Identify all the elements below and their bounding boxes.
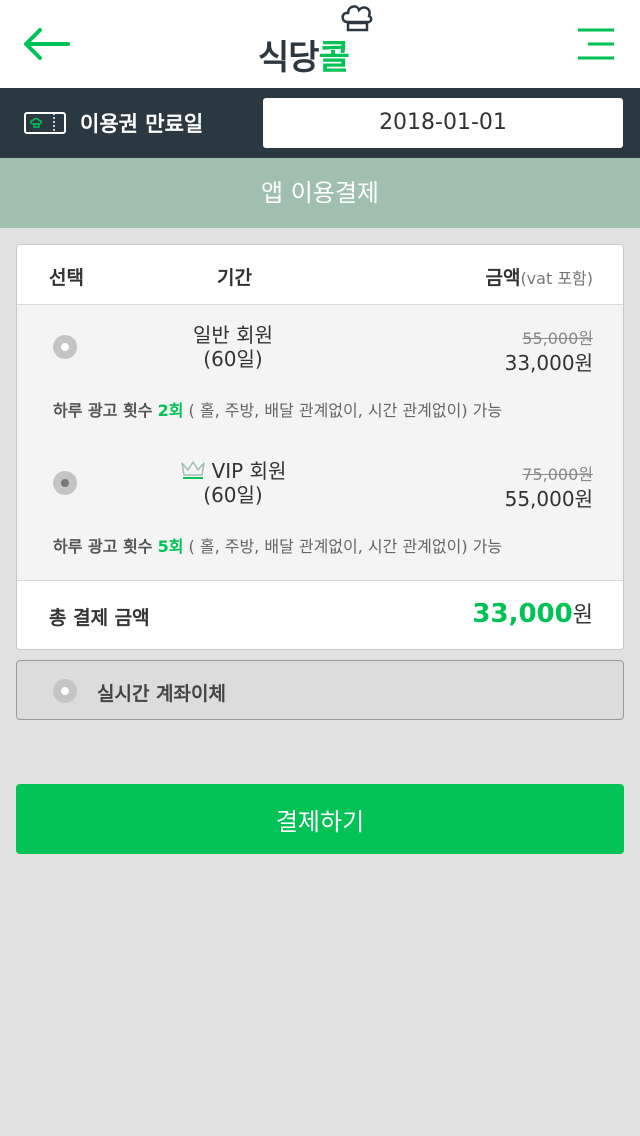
header-amount-note: (vat 포함)	[520, 269, 593, 288]
plan-period: (60일)	[203, 483, 263, 507]
header-amount: 금액(vat 포함)	[485, 263, 593, 290]
plan-title: 일반 회원	[193, 323, 273, 347]
plan-description: 하루 광고 횟수 2회 ( 홀, 주방, 배달 관계없이, 시간 관계없이) 가…	[53, 397, 502, 421]
logo-text-main: 식당	[258, 38, 320, 78]
payment-method-label: 실시간 계좌이체	[97, 683, 226, 705]
header-period: 기간	[217, 267, 252, 289]
expiry-date: 2018-01-01	[263, 98, 623, 148]
total-amount-value: 33,000	[472, 599, 573, 629]
menu-button[interactable]	[574, 26, 618, 62]
desc-suffix: ( 홀, 주방, 배달 관계없이, 시간 관계없이) 가능	[188, 537, 503, 556]
total-amount-unit: 원	[572, 603, 593, 628]
plan-price: 33,000원	[504, 351, 593, 375]
total-label: 총 결제 금액	[49, 607, 150, 629]
plan-period: (60일)	[203, 347, 263, 371]
total-amount: 33,000원	[472, 597, 593, 629]
plan-row-basic[interactable]: 일반 회원 (60일) 55,000원 33,000원 하루 광고 횟수 2회 …	[17, 305, 623, 445]
ticket-icon	[24, 112, 66, 134]
logo-text-highlight: 콜	[318, 38, 350, 78]
plan-title-row: VIP 회원	[117, 459, 349, 483]
app-logo: 식당콜	[258, 4, 382, 78]
plan-price: 55,000원	[504, 487, 593, 511]
top-bar: 식당콜	[0, 0, 640, 88]
plan-radio-basic[interactable]	[53, 335, 77, 359]
plan-title: VIP 회원	[211, 459, 287, 483]
header-select: 선택	[49, 267, 84, 289]
plan-original-price: 55,000원	[522, 329, 593, 348]
plan-original-price: 75,000원	[522, 465, 593, 484]
desc-count: 2회	[157, 401, 184, 420]
header-amount-label: 금액	[485, 267, 521, 289]
arrow-left-icon	[24, 28, 70, 60]
table-header: 선택 기간 금액(vat 포함)	[17, 245, 623, 305]
desc-suffix: ( 홀, 주방, 배달 관계없이, 시간 관계없이) 가능	[188, 401, 503, 420]
total-row: 총 결제 금액 33,000원	[17, 581, 623, 649]
payment-method-option[interactable]: 실시간 계좌이체	[16, 660, 624, 720]
back-button[interactable]	[20, 24, 72, 64]
payment-method-radio[interactable]	[53, 679, 77, 703]
plan-radio-vip[interactable]	[53, 471, 77, 495]
expiry-bar: 이용권 만료일 2018-01-01	[0, 88, 640, 158]
desc-prefix: 하루 광고 횟수	[53, 537, 153, 556]
plan-name: 일반 회원 (60일)	[117, 323, 349, 371]
section-title: 앱 이용결제	[0, 158, 640, 228]
plan-name: VIP 회원 (60일)	[117, 459, 349, 507]
pay-button[interactable]: 결제하기	[16, 784, 624, 854]
crown-icon	[180, 461, 205, 479]
logo-text: 식당콜	[258, 30, 350, 79]
hamburger-menu-icon	[578, 28, 614, 60]
expiry-label: 이용권 만료일	[80, 112, 204, 136]
plan-row-vip[interactable]: VIP 회원 (60일) 75,000원 55,000원 하루 광고 횟수 5회…	[17, 441, 623, 581]
plan-description: 하루 광고 횟수 5회 ( 홀, 주방, 배달 관계없이, 시간 관계없이) 가…	[53, 533, 502, 557]
desc-prefix: 하루 광고 횟수	[53, 401, 153, 420]
plan-table: 선택 기간 금액(vat 포함) 일반 회원 (60일) 55,000원 33,…	[16, 244, 624, 650]
desc-count: 5회	[157, 537, 184, 556]
chef-hat-icon	[341, 5, 373, 32]
